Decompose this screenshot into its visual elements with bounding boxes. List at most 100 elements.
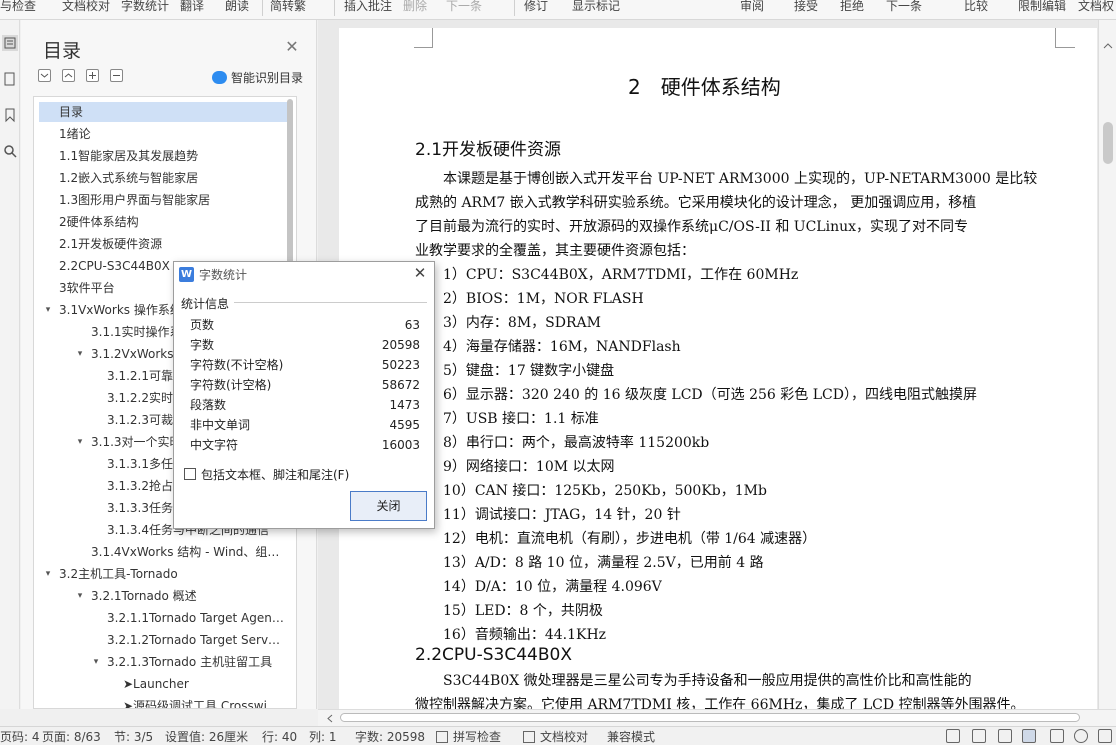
chevron-down-icon[interactable]: ▾ [43,564,53,584]
status-section[interactable]: 节: 3/5 [114,730,153,744]
toc-item[interactable]: 2.1开发板硬件资源 [59,234,284,254]
status-page[interactable]: 页面: 8/63 [42,730,101,744]
nav-icon-strip [0,20,20,709]
ribbon-translate[interactable]: 翻译 [180,0,214,16]
ribbon-doc-proof[interactable]: 文档校对 [62,0,114,16]
chevron-down-icon[interactable]: ▾ [43,300,53,320]
chevron-down-icon[interactable]: ▾ [75,586,85,606]
pages-icon[interactable] [2,71,18,87]
spell-check-icon[interactable] [436,731,448,743]
horizontal-scrollbar[interactable] [318,709,1116,726]
proofread-icon[interactable] [523,731,535,743]
ribbon-next-change[interactable]: 下一条 [886,0,942,16]
close-icon[interactable]: ✕ [412,265,428,281]
toc-item[interactable]: 3.2.1Tornado 概述 [91,586,284,606]
search-icon[interactable] [2,143,18,159]
close-button[interactable]: 关闭 [350,491,427,521]
read-mode-icon[interactable] [972,729,986,743]
ribbon-doc-rights[interactable]: 文档权 [1078,0,1116,16]
status-page-number[interactable]: 页码: 4 [0,730,40,744]
status-proofread[interactable]: 文档校对 [540,730,588,744]
ribbon-compare[interactable]: 比较 [964,0,998,16]
stat-value: 58672 [381,378,420,392]
write-mode-icon[interactable] [998,729,1012,743]
expand-icon[interactable] [62,69,75,82]
stat-label: 非中文单词 [190,418,251,432]
horizontal-scroll-thumb[interactable] [340,713,1080,722]
close-icon[interactable]: ✕ [285,39,299,55]
paragraph-line: 微控制器解决方案。它使用 ARM7TDMI 核，工作在 66MHz，集成了 LC… [415,697,1025,709]
ribbon-separator [262,0,263,16]
chevron-down-icon[interactable]: ▾ [91,652,101,672]
ribbon-restrict-edit[interactable]: 限制编辑 [1018,0,1070,16]
status-words[interactable]: 字数: 20598 [355,730,425,744]
ribbon-next-comment[interactable]: 下一条 [446,0,504,16]
list-item: 5）键盘：17 键数字小键盘 [443,363,615,379]
bookmark-icon[interactable] [2,107,18,123]
other-view-icon[interactable] [1098,729,1112,743]
ribbon-read-aloud[interactable]: 朗读 [225,0,253,16]
ribbon-reject[interactable]: 拒绝 [840,0,874,16]
toc-item[interactable]: 3.2.1.2Tornado Target Serve… [107,630,284,650]
document-page[interactable]: 2 硬件体系结构 2.1开发板硬件资源 本课题是基于博创嵌入式开发平台 UP-N… [339,28,1097,709]
paragraph-line: 了目前最为流行的实时、开放源码的双操作系统μC/OS-II 和 UCLinux，… [415,219,969,235]
toc-item[interactable]: 3.1.4VxWorks 结构 - Wind、组… [91,542,284,562]
list-item: 14）D/A：10 位，满量程 4.096V [443,579,662,595]
status-spell-check[interactable]: 拼写检查 [453,730,501,744]
paragraph-line: 成熟的 ARM7 嵌入式教学科研实验系统。它采用模块化的设计理念， 更加强调应用… [415,195,977,211]
add-icon[interactable] [86,69,99,82]
smart-toc-button[interactable]: 智能识别目录 [212,69,303,85]
vertical-scroll-thumb[interactable] [1103,122,1113,164]
web-view-icon[interactable] [1074,729,1088,743]
status-col[interactable]: 列: 1 [309,730,337,744]
collapse-all-icon[interactable] [38,69,51,82]
list-item: 3）内存：8M，SDRAM [443,315,601,331]
toc-item[interactable]: 2硬件体系结构 [59,212,284,232]
scroll-left-icon[interactable] [326,714,334,723]
stat-value: 63 [404,318,420,332]
toc-item[interactable]: ➤源码级调试工具 Crosswi… [123,696,284,708]
ribbon-spell-check[interactable]: 与检查 [0,0,52,16]
toc-item[interactable]: 1.1智能家居及其发展趋势 [59,146,284,166]
ribbon-delete[interactable]: 删除 [403,0,439,16]
chevron-down-icon[interactable]: ▾ [75,344,85,364]
scroll-up-icon[interactable] [1103,42,1113,50]
toc-item[interactable]: 1.3图形用户界面与智能家居 [59,190,284,210]
remove-icon[interactable] [110,69,123,82]
list-item: 8）串行口：两个，最高波特率 115200kb [443,435,710,451]
toc-item[interactable]: 目录 [39,102,288,122]
section-heading: 2.1开发板硬件资源 [415,140,562,160]
page-view-icon[interactable] [1022,729,1036,743]
word-count-dialog: W 字数统计 ✕ 统计信息 页数 63 字数 20598 字符数(不计空格) 5022… [173,261,435,529]
fullscreen-icon[interactable] [946,729,960,743]
toc-item[interactable]: 1绪论 [59,124,284,144]
stat-row: 页数 63 [190,315,420,335]
ribbon-separator [514,0,515,16]
stat-row: 字符数(不计空格) 50223 [190,355,420,375]
include-textbox-label[interactable]: 包括文本框、脚注和尾注(F) [201,466,349,483]
status-row[interactable]: 行: 40 [262,730,297,744]
vertical-scrollbar[interactable] [1098,20,1116,709]
stat-value: 4595 [389,418,420,432]
ribbon-word-count[interactable]: 字数统计 [121,0,173,16]
ribbon-to-traditional[interactable]: 简转繁 [270,0,328,16]
outline-view-icon[interactable] [1050,729,1064,743]
ribbon-track-changes[interactable]: 修订 [524,0,560,16]
toc-item[interactable]: ➤Launcher [123,674,284,694]
toc-panel-icon[interactable] [2,35,18,51]
smart-recognize-icon [212,70,227,84]
toc-item[interactable]: 3.2.1.3Tornado 主机驻留工具 [107,652,284,672]
chevron-down-icon[interactable]: ▾ [75,432,85,452]
ribbon-accept[interactable]: 接受 [794,0,828,16]
ribbon-review[interactable]: 审阅 [740,0,774,16]
status-position[interactable]: 设置值: 26厘米 [165,730,248,744]
dialog-title-bar[interactable]: W 字数统计 ✕ [174,262,434,286]
stat-label: 页数 [190,318,215,332]
toc-item[interactable]: 1.2嵌入式系统与智能家居 [59,168,284,188]
toc-item[interactable]: 3.2.1.1Tornado Target Agen… [107,608,284,628]
include-textbox-checkbox[interactable] [184,468,196,480]
ribbon-insert-comment[interactable]: 插入批注 [344,0,396,16]
stat-label: 字符数(计空格) [190,378,272,392]
ribbon-show-markup[interactable]: 显示标记 [572,0,650,16]
toc-item[interactable]: 3.2主机工具-Tornado [59,564,284,584]
